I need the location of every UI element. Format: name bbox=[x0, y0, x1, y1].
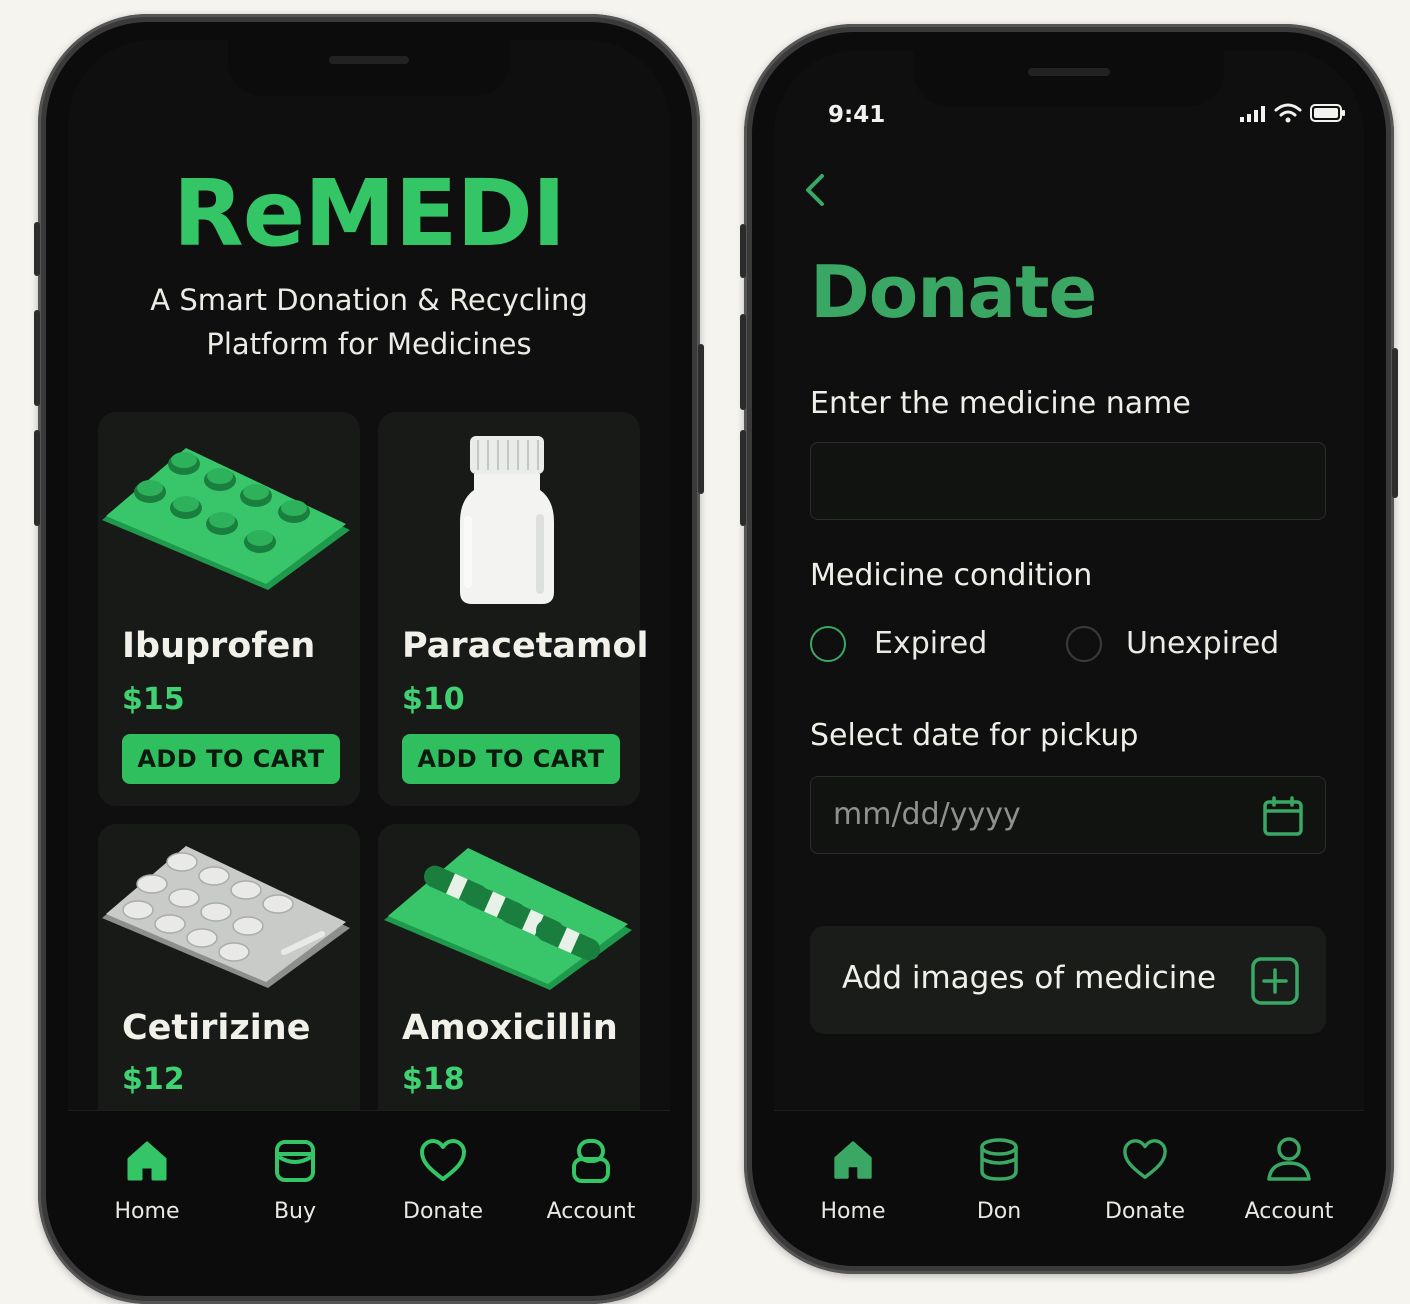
signal-icon bbox=[1240, 106, 1265, 122]
add-to-cart-button[interactable]: ADD TO CART bbox=[122, 734, 340, 784]
tab-donate[interactable]: Donate bbox=[368, 1111, 518, 1261]
volume-up-button bbox=[34, 310, 40, 406]
product-name: Amoxicillin bbox=[402, 1008, 618, 1048]
speaker bbox=[329, 56, 409, 64]
product-price: $18 bbox=[402, 1062, 465, 1097]
wifi-icon bbox=[1274, 103, 1302, 123]
tab-label: Account bbox=[546, 1199, 636, 1224]
product-name: Cetirizine bbox=[122, 1008, 311, 1048]
phone-left: ReMEDI A Smart Donation & Recycling Plat… bbox=[34, 14, 704, 1304]
pill-blister-silver-image bbox=[102, 846, 350, 988]
tab-label: Home bbox=[820, 1199, 886, 1224]
tab-label: Don bbox=[976, 1199, 1022, 1224]
pickup-date-input[interactable]: mm/dd/yyyy bbox=[810, 776, 1326, 854]
product-price: $12 bbox=[122, 1062, 185, 1097]
date-placeholder: mm/dd/yyyy bbox=[833, 797, 1021, 832]
status-time: 9:41 bbox=[828, 102, 886, 128]
power-button bbox=[698, 344, 704, 494]
mute-switch bbox=[34, 222, 40, 276]
back-arrow-icon[interactable] bbox=[802, 172, 828, 208]
tab-label: Buy bbox=[273, 1199, 317, 1224]
tagline: A Smart Donation & Recycling Platform fo… bbox=[68, 278, 670, 366]
product-name: Ibuprofen bbox=[122, 626, 316, 666]
unexpired-option-label: Unexpired bbox=[1126, 626, 1280, 661]
product-card-cetirizine[interactable]: Cetirizine $12 bbox=[98, 824, 360, 1144]
pill-blister-green-image bbox=[102, 448, 350, 590]
notch bbox=[914, 50, 1224, 106]
add-images-label: Add images of medicine bbox=[842, 960, 1217, 996]
home-screen: ReMEDI A Smart Donation & Recycling Plat… bbox=[68, 40, 670, 1270]
bottom-tab-bar: Home Buy Donate Account bbox=[68, 1110, 670, 1270]
heart-icon bbox=[420, 1139, 466, 1181]
calendar-icon[interactable] bbox=[1261, 795, 1305, 839]
tab-home[interactable]: Home bbox=[72, 1111, 222, 1261]
volume-down-button bbox=[740, 430, 746, 526]
tab-label: Home bbox=[114, 1199, 180, 1224]
power-button bbox=[1392, 348, 1398, 498]
tab-buy[interactable]: Buy bbox=[220, 1111, 370, 1261]
notch bbox=[228, 40, 510, 96]
pickup-date-label: Select date for pickup bbox=[810, 718, 1139, 753]
volume-down-button bbox=[34, 430, 40, 526]
mute-switch bbox=[740, 224, 746, 278]
plus-square-icon bbox=[1251, 957, 1299, 1005]
pill-bottle-image bbox=[460, 436, 554, 604]
tab-account[interactable]: Account bbox=[516, 1111, 666, 1261]
tab-account[interactable]: Account bbox=[1214, 1111, 1364, 1241]
home-icon bbox=[834, 1141, 872, 1179]
medicine-name-input[interactable] bbox=[810, 442, 1326, 520]
tab-donate[interactable]: Donate bbox=[1070, 1111, 1220, 1241]
medicine-condition-label: Medicine condition bbox=[810, 558, 1093, 593]
battery-icon bbox=[1310, 104, 1345, 122]
account-icon bbox=[572, 1139, 610, 1183]
phone-right: 9:41 Donate Enter the medicine name Medi… bbox=[740, 24, 1398, 1274]
product-price: $15 bbox=[122, 682, 185, 717]
product-card-amoxicillin[interactable]: Amoxicillin $18 bbox=[378, 824, 640, 1144]
page-title: Donate bbox=[810, 250, 1097, 334]
tab-label: Account bbox=[1244, 1199, 1334, 1224]
tab-label: Donate bbox=[403, 1199, 483, 1224]
home-icon bbox=[127, 1141, 167, 1181]
tab-home[interactable]: Home bbox=[778, 1111, 928, 1241]
cylinder-icon bbox=[980, 1138, 1018, 1181]
donate-screen: 9:41 Donate Enter the medicine name Medi… bbox=[774, 50, 1364, 1246]
person-icon bbox=[1267, 1137, 1311, 1181]
volume-up-button bbox=[740, 314, 746, 410]
expired-option-label: Expired bbox=[874, 626, 988, 661]
medicine-name-label: Enter the medicine name bbox=[810, 386, 1191, 421]
tab-don[interactable]: Don bbox=[924, 1111, 1074, 1241]
tab-label: Donate bbox=[1105, 1199, 1185, 1224]
add-images-button[interactable]: Add images of medicine bbox=[810, 926, 1326, 1034]
add-to-cart-button[interactable]: ADD TO CART bbox=[402, 734, 620, 784]
product-card-paracetamol[interactable]: Paracetamol $10 ADD TO CART bbox=[378, 412, 649, 806]
tagline-line-1: A Smart Donation & Recycling bbox=[150, 283, 588, 317]
product-name: Paracetamol bbox=[402, 626, 649, 666]
unexpired-radio[interactable] bbox=[1066, 626, 1102, 662]
speaker bbox=[1028, 68, 1110, 76]
product-price: $10 bbox=[402, 682, 465, 717]
capsule-blister-green-image bbox=[384, 848, 632, 990]
box-icon bbox=[275, 1140, 315, 1182]
product-card-ibuprofen[interactable]: Ibuprofen $15 ADD TO CART bbox=[98, 412, 360, 806]
bottom-tab-bar: Home Don Donate Account bbox=[774, 1110, 1364, 1246]
heart-icon bbox=[1123, 1139, 1167, 1179]
expired-radio[interactable] bbox=[810, 626, 846, 662]
tagline-line-2: Platform for Medicines bbox=[206, 327, 532, 361]
app-logo-title: ReMEDI bbox=[172, 160, 566, 267]
